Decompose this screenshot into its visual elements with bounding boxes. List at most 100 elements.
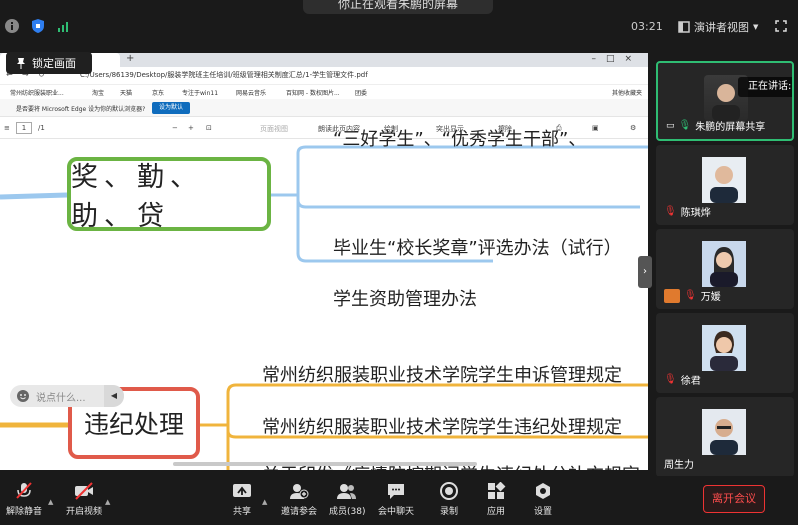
participant-tile[interactable]: 周生力 (656, 397, 794, 477)
collapse-sidebar-icon[interactable]: › (638, 256, 652, 288)
start-video-button[interactable]: 开启视频 (66, 482, 102, 517)
edge-default-prompt: 是否要将 Microsoft Edge 设为你的默认浏览器? 设为默认 (0, 99, 648, 117)
record-label: 录制 (439, 507, 458, 517)
zoom-in-icon[interactable]: + (188, 124, 194, 132)
record-icon (440, 482, 458, 500)
bookmark-item[interactable]: 网易云音乐 (236, 88, 266, 97)
mute-options-caret[interactable]: ▲ (48, 498, 53, 506)
chat-input[interactable]: 说点什么... ◀ (10, 385, 124, 407)
page-total: /1 (38, 124, 45, 132)
record-button[interactable]: 录制 (439, 482, 459, 517)
save-icon[interactable]: ▣ (592, 124, 599, 132)
zoom-out-icon[interactable]: − (172, 124, 178, 132)
participant-name: 周生力 (664, 460, 694, 471)
edge-prompt-text: 是否要将 Microsoft Edge 设为你的默认浏览器? (16, 106, 146, 113)
address-bar[interactable]: C:/Users/86139/Desktop/服装学院班主任培训/班级管理相关制… (80, 70, 368, 80)
fullscreen-icon[interactable] (775, 20, 787, 32)
bookmark-item[interactable]: 百知网 - 数权图片... (286, 88, 340, 97)
participant-name: 徐君 (680, 376, 701, 387)
bookmark-item[interactable]: 京东 (152, 88, 164, 97)
mind-map-leaf: 常州纺织服装职业技术学院学生违纪处理规定 (262, 417, 622, 438)
participant-name: 陈琪烨 (680, 208, 711, 219)
participant-name: 朱鹏的屏幕共享 (695, 122, 766, 133)
mic-muted-icon: 🎙 (664, 374, 677, 385)
apps-icon (488, 482, 506, 499)
lock-screen-button[interactable]: 锁定画面 (6, 52, 92, 74)
settings-icon[interactable]: ⚙ (630, 124, 636, 132)
participant-name: 万媛 (700, 292, 721, 303)
avatar (702, 325, 746, 371)
page-view-button[interactable]: 页面视图 (260, 124, 288, 134)
participant-name-row: 周生力 (664, 456, 694, 471)
bookmark-item[interactable]: 团委 (355, 88, 367, 97)
avatar (702, 157, 746, 203)
mic-icon: 🎙 (678, 120, 692, 131)
members-icon (337, 484, 357, 499)
share-button[interactable]: 共享 (232, 482, 252, 517)
view-mode-button[interactable]: 演讲者视图 ▼ (678, 19, 758, 35)
lock-screen-label: 锁定画面 (32, 57, 76, 70)
menu-icon[interactable]: ≡ (4, 124, 10, 132)
mind-map-leaf: “三好学生”、“优秀学生干部”、 (333, 129, 587, 150)
participant-tile[interactable]: 🎙 万媛 (656, 229, 794, 309)
participant-name-row: 🎙 徐君 (664, 372, 701, 387)
emoji-icon[interactable] (16, 389, 30, 403)
participant-tile[interactable]: 正在讲话: 朱 ▭ 🎙 朱鹏的屏幕共享 (656, 61, 794, 141)
view-mode-label: 演讲者视图 (694, 21, 749, 34)
browser-tab-strip: + –□× (0, 53, 648, 67)
horizontal-scrollbar[interactable] (173, 462, 477, 466)
apps-label: 应用 (486, 507, 505, 517)
leave-meeting-button[interactable]: 离开会议 (703, 485, 765, 513)
chat-icon (388, 484, 404, 499)
chat-placeholder: 说点什么... (36, 392, 86, 404)
settings-button[interactable]: 设置 (533, 482, 553, 517)
bookmark-item[interactable]: 淘宝 (92, 88, 104, 97)
settings-label: 设置 (533, 507, 552, 517)
add-user-icon (290, 484, 309, 499)
participant-tile[interactable]: 🎙 陈琪烨 (656, 145, 794, 225)
share-banner: 你正在观看朱鹏的屏幕 (303, 0, 493, 14)
members-button[interactable]: 成员(38) (329, 482, 365, 517)
mic-muted-icon: 🎙 (664, 206, 677, 217)
invite-label: 邀请参会 (281, 507, 318, 517)
invite-button[interactable]: 邀请参会 (281, 482, 317, 517)
info-icon[interactable] (4, 18, 20, 34)
members-label: 成员(38) (329, 507, 366, 517)
window-controls[interactable]: –□× (591, 54, 642, 64)
mic-muted-icon: 🎙 (684, 290, 697, 301)
bookmark-item[interactable]: 天猫 (120, 88, 132, 97)
new-tab-icon[interactable]: + (126, 53, 134, 64)
set-default-button[interactable]: 设为默认 (152, 102, 190, 114)
top-bar: 你正在观看朱鹏的屏幕 03:21 演讲者视图 ▼ (0, 0, 798, 46)
shared-screen: + –□× ← → ↻ C:/Users/86139/Desktop/服装学院班… (0, 53, 648, 470)
mind-map-leaf: 毕业生“校长奖章”评选办法（试行） (333, 238, 622, 259)
avatar (702, 409, 746, 455)
participant-gallery: 正在讲话: 朱 ▭ 🎙 朱鹏的屏幕共享 🎙 陈琪烨 🎙 万 (656, 53, 798, 477)
speaking-indicator: 正在讲话: 朱 (738, 77, 792, 97)
signal-strength-icon (58, 22, 68, 32)
mind-map-node-rewards: 奖、勤、助、贷 (67, 157, 271, 232)
bookmarks-bar: 常州纺织服装职业... 淘宝 天猫 京东 专注于win11 网易云音乐 百知网 … (0, 85, 648, 99)
camera-off-icon (75, 482, 93, 500)
fit-page-icon[interactable]: ⊡ (206, 124, 212, 132)
bookmark-item[interactable]: 其他收藏夹 (612, 88, 642, 97)
mind-map: 奖、勤、助、贷 “三好学生”、“优秀学生干部”、 毕业生“校长奖章”评选办法（试… (0, 129, 648, 470)
mind-map-leaf: 常州纺织服装职业技术学院学生申诉管理规定 (262, 365, 622, 386)
share-screen-icon (233, 484, 251, 497)
security-shield-icon[interactable] (30, 18, 46, 34)
apps-button[interactable]: 应用 (486, 482, 506, 517)
chat-button[interactable]: 会中聊天 (378, 482, 414, 517)
settings-hex-icon (536, 483, 550, 499)
share-options-caret[interactable]: ▲ (262, 498, 267, 506)
chevron-down-icon: ▼ (753, 23, 759, 31)
page-number-input[interactable]: 1 (16, 122, 32, 134)
unmute-label: 解除静音 (6, 507, 43, 517)
participant-tile[interactable]: 🎙 徐君 (656, 313, 794, 393)
bookmark-item[interactable]: 专注于win11 (182, 88, 218, 97)
participant-name-row: 🎙 万媛 (664, 288, 721, 303)
meeting-window: 你正在观看朱鹏的屏幕 03:21 演讲者视图 ▼ + –□× ← → ↻ C:/… (0, 0, 798, 525)
unmute-button[interactable]: 解除静音 (6, 482, 42, 517)
bookmark-item[interactable]: 常州纺织服装职业... (10, 88, 64, 97)
share-label: 共享 (232, 507, 251, 517)
video-options-caret[interactable]: ▲ (105, 498, 110, 506)
